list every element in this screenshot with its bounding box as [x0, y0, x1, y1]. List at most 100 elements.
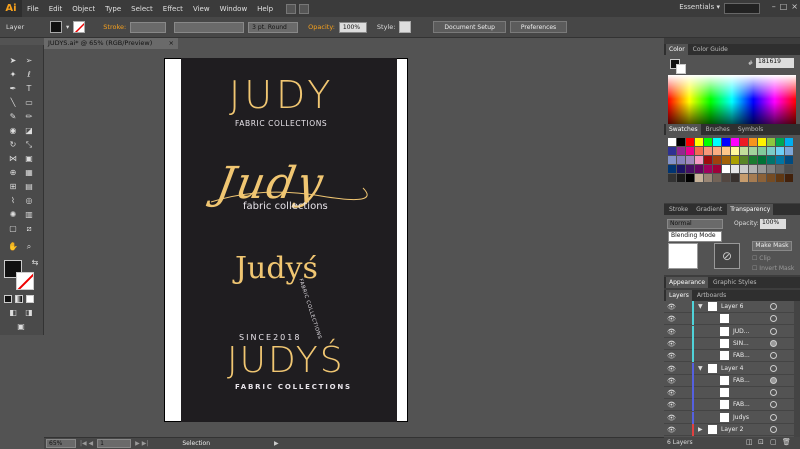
layers-scrollbar[interactable]	[794, 301, 800, 437]
swatch[interactable]	[785, 147, 793, 155]
swatch[interactable]	[713, 147, 721, 155]
new-sublayer-icon[interactable]: ⊡	[758, 438, 764, 446]
visibility-eye-icon[interactable]: 👁	[667, 377, 676, 385]
opacity-field[interactable]: 100%	[338, 21, 367, 33]
stroke-label[interactable]: Stroke:	[103, 23, 126, 31]
swatch[interactable]	[767, 165, 775, 173]
rotate-tool-icon[interactable]: ↻	[6, 139, 20, 151]
swatch[interactable]	[704, 156, 712, 164]
width-tool-icon[interactable]: ⋈	[6, 153, 20, 165]
swatch[interactable]	[767, 138, 775, 146]
paintbrush-tool-icon[interactable]: ✎	[6, 111, 20, 123]
color-mode-icon[interactable]	[4, 295, 12, 303]
mask-thumbnail[interactable]: ⊘	[714, 243, 740, 269]
preferences-button[interactable]: Preferences	[509, 21, 568, 33]
fill-dropdown-icon[interactable]: ▾	[66, 23, 69, 31]
swatch[interactable]	[776, 156, 784, 164]
color-stroke-box[interactable]	[676, 64, 686, 74]
swatch[interactable]	[758, 156, 766, 164]
menu-object[interactable]: Object	[67, 5, 100, 13]
artboard-number-field[interactable]: 1	[97, 439, 132, 448]
menu-type[interactable]: Type	[100, 5, 126, 13]
tab-transparency[interactable]: Transparency	[727, 204, 774, 215]
layer-name[interactable]: Judys	[733, 414, 749, 421]
tab-layers[interactable]: Layers	[666, 290, 692, 301]
selection-tool-icon[interactable]: ➤	[6, 55, 20, 67]
swatch[interactable]	[740, 138, 748, 146]
visibility-eye-icon[interactable]: 👁	[667, 340, 676, 348]
zoom-tool-icon[interactable]: ⌕	[22, 241, 36, 253]
close-icon[interactable]: ×	[791, 2, 798, 11]
swatch[interactable]	[731, 156, 739, 164]
screen-mode-icon[interactable]: ▣	[14, 321, 28, 333]
zoom-field[interactable]: 65%	[46, 439, 76, 448]
target-icon[interactable]	[770, 389, 777, 397]
clip-checkbox[interactable]: ☐ Clip	[752, 255, 771, 262]
menu-effect[interactable]: Effect	[158, 5, 188, 13]
gradient-tool-icon[interactable]: ▤	[22, 181, 36, 193]
layer-name[interactable]: Layer 6	[721, 303, 743, 310]
swatch[interactable]	[722, 147, 730, 155]
swatch[interactable]	[686, 156, 694, 164]
swatch[interactable]	[776, 165, 784, 173]
visibility-eye-icon[interactable]: 👁	[667, 365, 676, 373]
visibility-eye-icon[interactable]: 👁	[667, 401, 676, 409]
layer-name[interactable]: Layer 2	[721, 426, 743, 433]
rectangle-tool-icon[interactable]: ▭	[22, 97, 36, 109]
swatch[interactable]	[668, 174, 676, 182]
visibility-eye-icon[interactable]: 👁	[667, 389, 676, 397]
status-menu-icon[interactable]: ▶	[274, 440, 279, 447]
visibility-eye-icon[interactable]: 👁	[667, 328, 676, 336]
maximize-icon[interactable]: □	[780, 2, 788, 11]
transparency-opacity-field[interactable]: 100%	[760, 219, 786, 229]
swatch[interactable]	[731, 174, 739, 182]
next-artboard-icon[interactable]: ▶ ▶|	[135, 440, 148, 447]
swatch-grid[interactable]	[664, 135, 800, 203]
target-icon[interactable]	[770, 315, 777, 323]
target-icon[interactable]	[770, 303, 777, 310]
swatch[interactable]	[749, 165, 757, 173]
swatch[interactable]	[713, 165, 721, 173]
perspective-grid-tool-icon[interactable]: ▦	[22, 167, 36, 179]
expand-arrow-icon[interactable]: ▶	[698, 426, 703, 433]
new-layer-icon[interactable]: ▢	[770, 438, 777, 446]
lasso-tool-icon[interactable]: ℓ	[22, 69, 36, 81]
draw-mode-icon[interactable]: ◧	[6, 307, 20, 319]
layer-row[interactable]: 👁 ▶ Layer 2	[664, 424, 794, 436]
swatch[interactable]	[731, 138, 739, 146]
swatch[interactable]	[749, 147, 757, 155]
graphic-style-swatch[interactable]	[399, 21, 412, 33]
sublayer-row[interactable]: 👁 FAB...	[664, 374, 794, 387]
swatch[interactable]	[731, 165, 739, 173]
swatch[interactable]	[749, 174, 757, 182]
swatch[interactable]	[758, 174, 766, 182]
menu-view[interactable]: View	[188, 5, 215, 13]
magic-wand-tool-icon[interactable]: ✦	[6, 69, 20, 81]
swatch[interactable]	[704, 147, 712, 155]
slice-tool-icon[interactable]: ⧄	[22, 223, 36, 235]
sublayer-row[interactable]: 👁	[664, 387, 794, 400]
stroke-color-box[interactable]	[16, 272, 34, 290]
swatch[interactable]	[749, 156, 757, 164]
collapse-arrow-icon[interactable]: ▼	[698, 303, 703, 310]
swatch[interactable]	[668, 138, 676, 146]
visibility-eye-icon[interactable]: 👁	[667, 303, 676, 311]
mesh-tool-icon[interactable]: ⊞	[6, 181, 20, 193]
sublayer-row[interactable]: 👁 FAB...	[664, 350, 794, 363]
sublayer-row[interactable]: 👁 Judys	[664, 411, 794, 424]
swatch[interactable]	[785, 138, 793, 146]
pencil-tool-icon[interactable]: ✏	[22, 111, 36, 123]
swatch[interactable]	[695, 174, 703, 182]
gradient-mode-icon[interactable]	[15, 295, 23, 303]
close-tab-icon[interactable]: ×	[169, 38, 174, 49]
target-icon[interactable]	[770, 401, 777, 409]
swatch[interactable]	[776, 174, 784, 182]
eraser-tool-icon[interactable]: ◪	[22, 125, 36, 137]
tab-brushes[interactable]: Brushes	[703, 124, 733, 135]
swatch[interactable]	[749, 138, 757, 146]
target-icon[interactable]	[770, 376, 777, 384]
swatch[interactable]	[785, 156, 793, 164]
invert-mask-checkbox[interactable]: ☐ Invert Mask	[752, 265, 794, 272]
fill-swatch[interactable]	[50, 21, 62, 33]
swatch[interactable]	[704, 165, 712, 173]
